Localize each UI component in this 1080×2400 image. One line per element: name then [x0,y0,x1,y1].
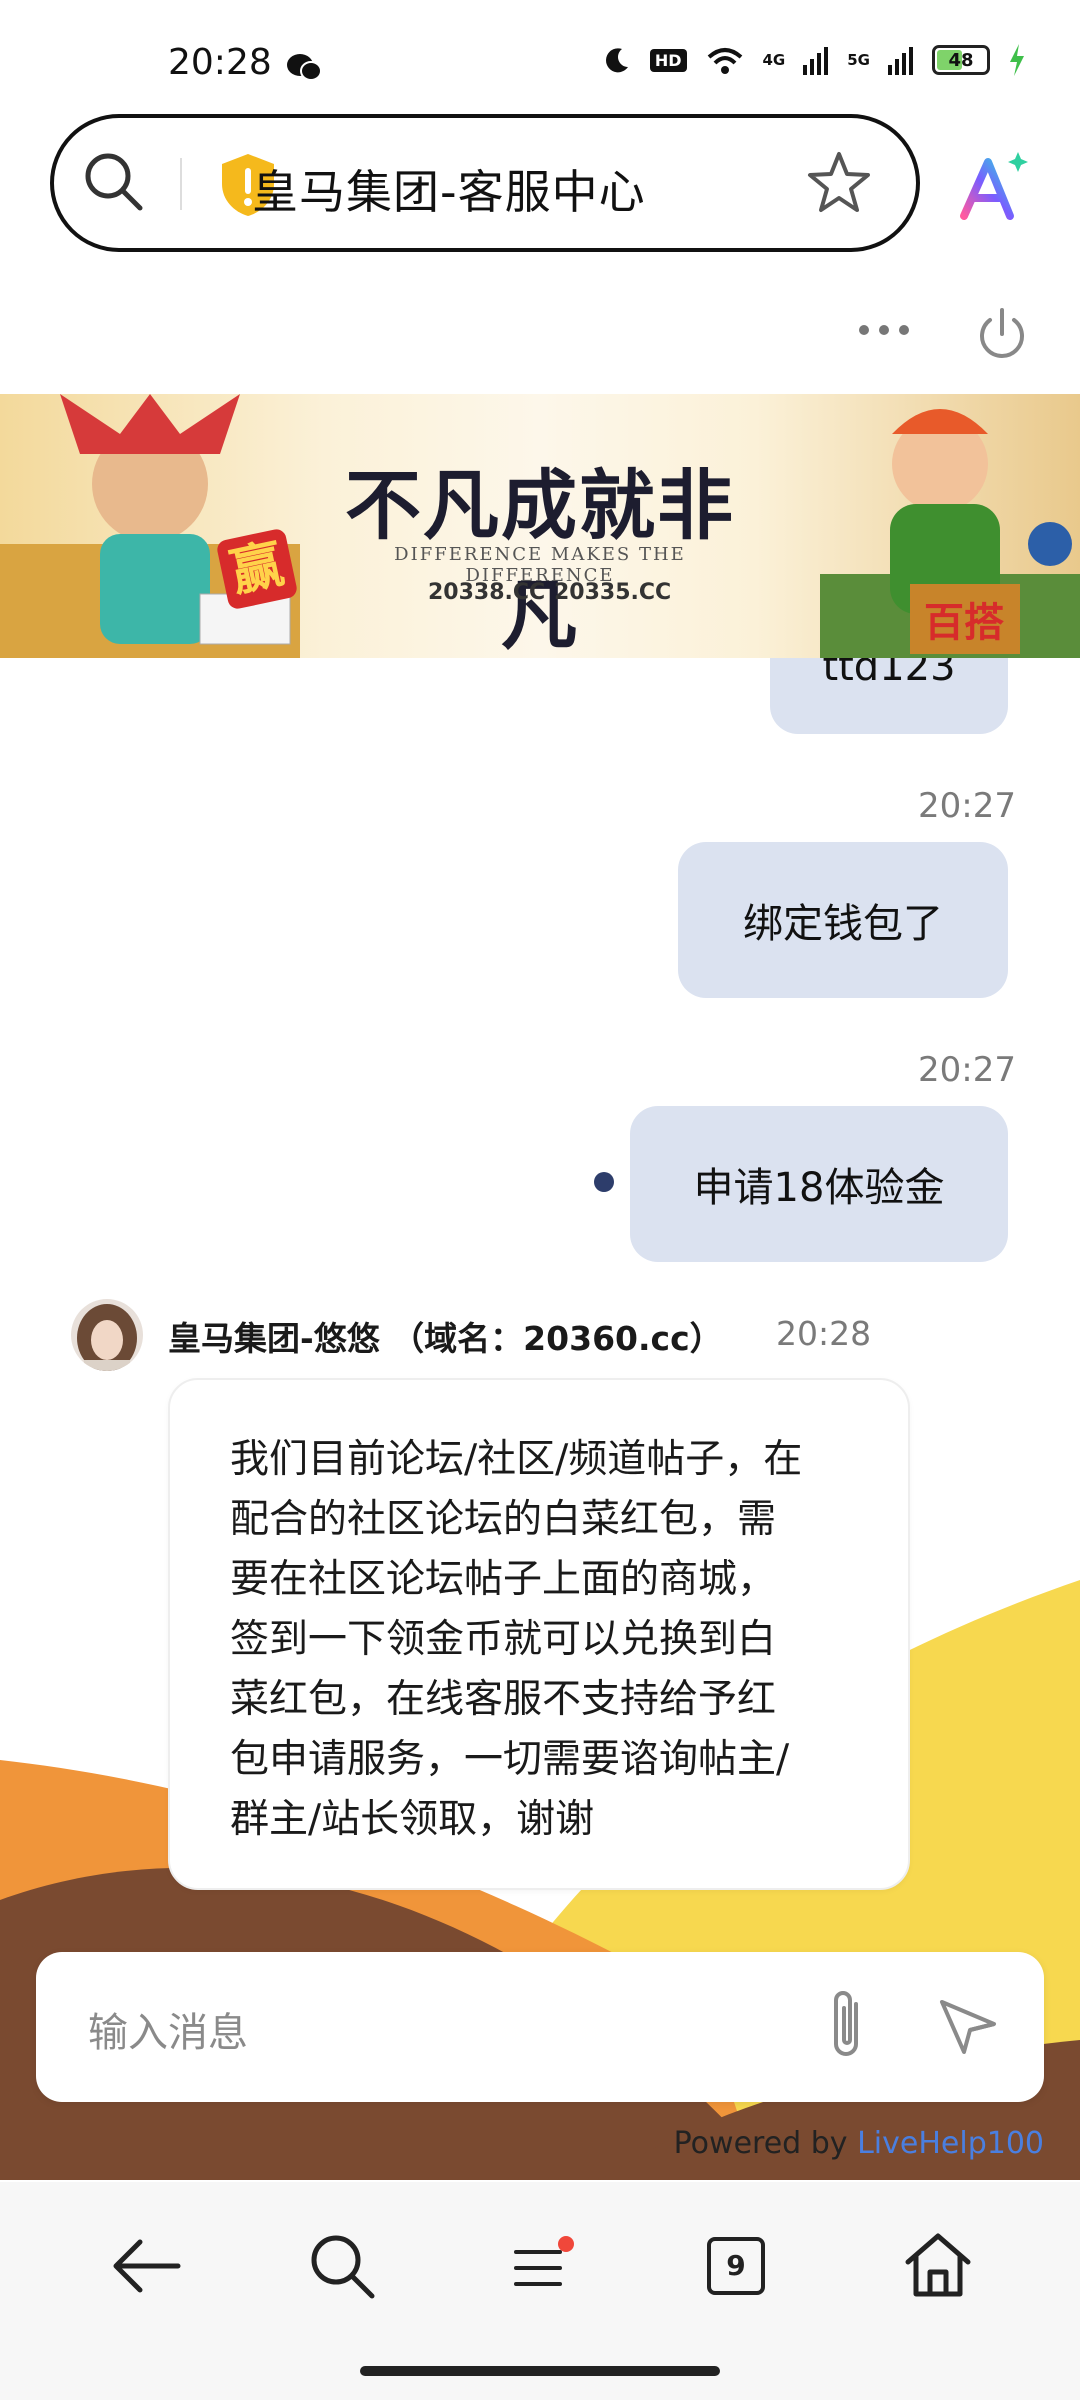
unread-status-dot [594,1172,614,1192]
search-icon[interactable] [308,2232,378,2302]
wechat-notification-icon [287,54,322,81]
home-icon[interactable] [902,2230,974,2300]
battery-icon: 48 [932,45,990,75]
agent-message-time: 20:28 [776,1314,872,1353]
status-icons: HD 4G 5G 48 [602,44,1026,76]
bookmark-star-icon[interactable] [806,150,872,214]
page-title[interactable]: 皇马集团-客服中心 [252,156,646,222]
banner-domain-1: 20338.CC [428,580,546,605]
address-bar-divider [180,158,182,210]
charging-icon [1010,44,1024,76]
user-message-bubble[interactable]: 申请18体验金 [630,1106,1008,1262]
agent-message-line: 我们目前论坛/社区/频道帖子，在 [230,1437,803,1482]
ai-assistant-icon[interactable] [958,150,1030,222]
network-5g-label: 5G [847,51,870,69]
battery-level: 48 [948,49,974,71]
back-arrow-icon[interactable] [110,2236,182,2296]
message-text: 申请18体验金 [693,1165,945,1211]
user-message-bubble[interactable]: 绑定钱包了 [678,842,1008,998]
banner-domain-2: 20335.CC [554,580,672,605]
message-time: 20:27 [918,786,1016,826]
signal-icon-1 [803,47,829,75]
power-icon[interactable] [974,306,1030,362]
message-text: 绑定钱包了 [743,901,943,947]
more-options-icon[interactable] [856,320,912,340]
livehelp-link[interactable]: LiveHelp100 [857,2126,1044,2161]
moon-icon [605,48,628,73]
agent-message-line: 配合的社区论坛的白菜红包，需 [230,1497,777,1542]
network-4g-label: 4G [762,51,786,69]
search-icon[interactable] [82,150,146,214]
agent-message-line: 菜红包，在线客服不支持给予红 [230,1677,777,1722]
send-icon[interactable] [936,1994,1000,2058]
banner-character-left [0,394,300,658]
home-indicator [360,2366,720,2376]
message-input[interactable]: 输入消息 [88,2000,788,2060]
promo-banner[interactable]: 赢 不凡成就非凡 Difference Makes The Difference… [0,394,1080,658]
agent-message-line: 要在社区论坛帖子上面的商城， [230,1557,777,1602]
message-time: 20:27 [918,1050,1016,1090]
banner-win-mark: 赢 [215,527,299,611]
status-time: 20:28 [168,42,272,83]
hd-icon: HD [649,48,687,72]
powered-by: Powered by LiveHelp100 [674,2126,1044,2161]
agent-message-line: 签到一下领金币就可以兑换到白 [230,1617,777,1662]
agent-message-line: 群主/站长领取，谢谢 [230,1797,595,1842]
wifi-icon [707,48,742,74]
attachment-icon[interactable] [822,1986,872,2066]
tabs-count-button[interactable]: 9 [707,2237,765,2295]
powered-by-prefix: Powered by [673,2126,858,2161]
agent-message-line: 包申请服务，一切需要谘询帖主/ [230,1737,790,1782]
signal-icon-2 [888,47,913,75]
agent-avatar[interactable] [70,1298,144,1372]
menu-icon[interactable] [510,2236,574,2296]
banner-tile-text: 百搭 [924,600,1004,646]
banner-character-right [820,409,1080,658]
agent-message-bubble[interactable]: 我们目前论坛/社区/频道帖子，在 配合的社区论坛的白菜红包，需 要在社区论坛帖子… [168,1378,910,1890]
agent-name: 皇马集团-悠悠 （域名：20360.cc） [168,1319,723,1358]
